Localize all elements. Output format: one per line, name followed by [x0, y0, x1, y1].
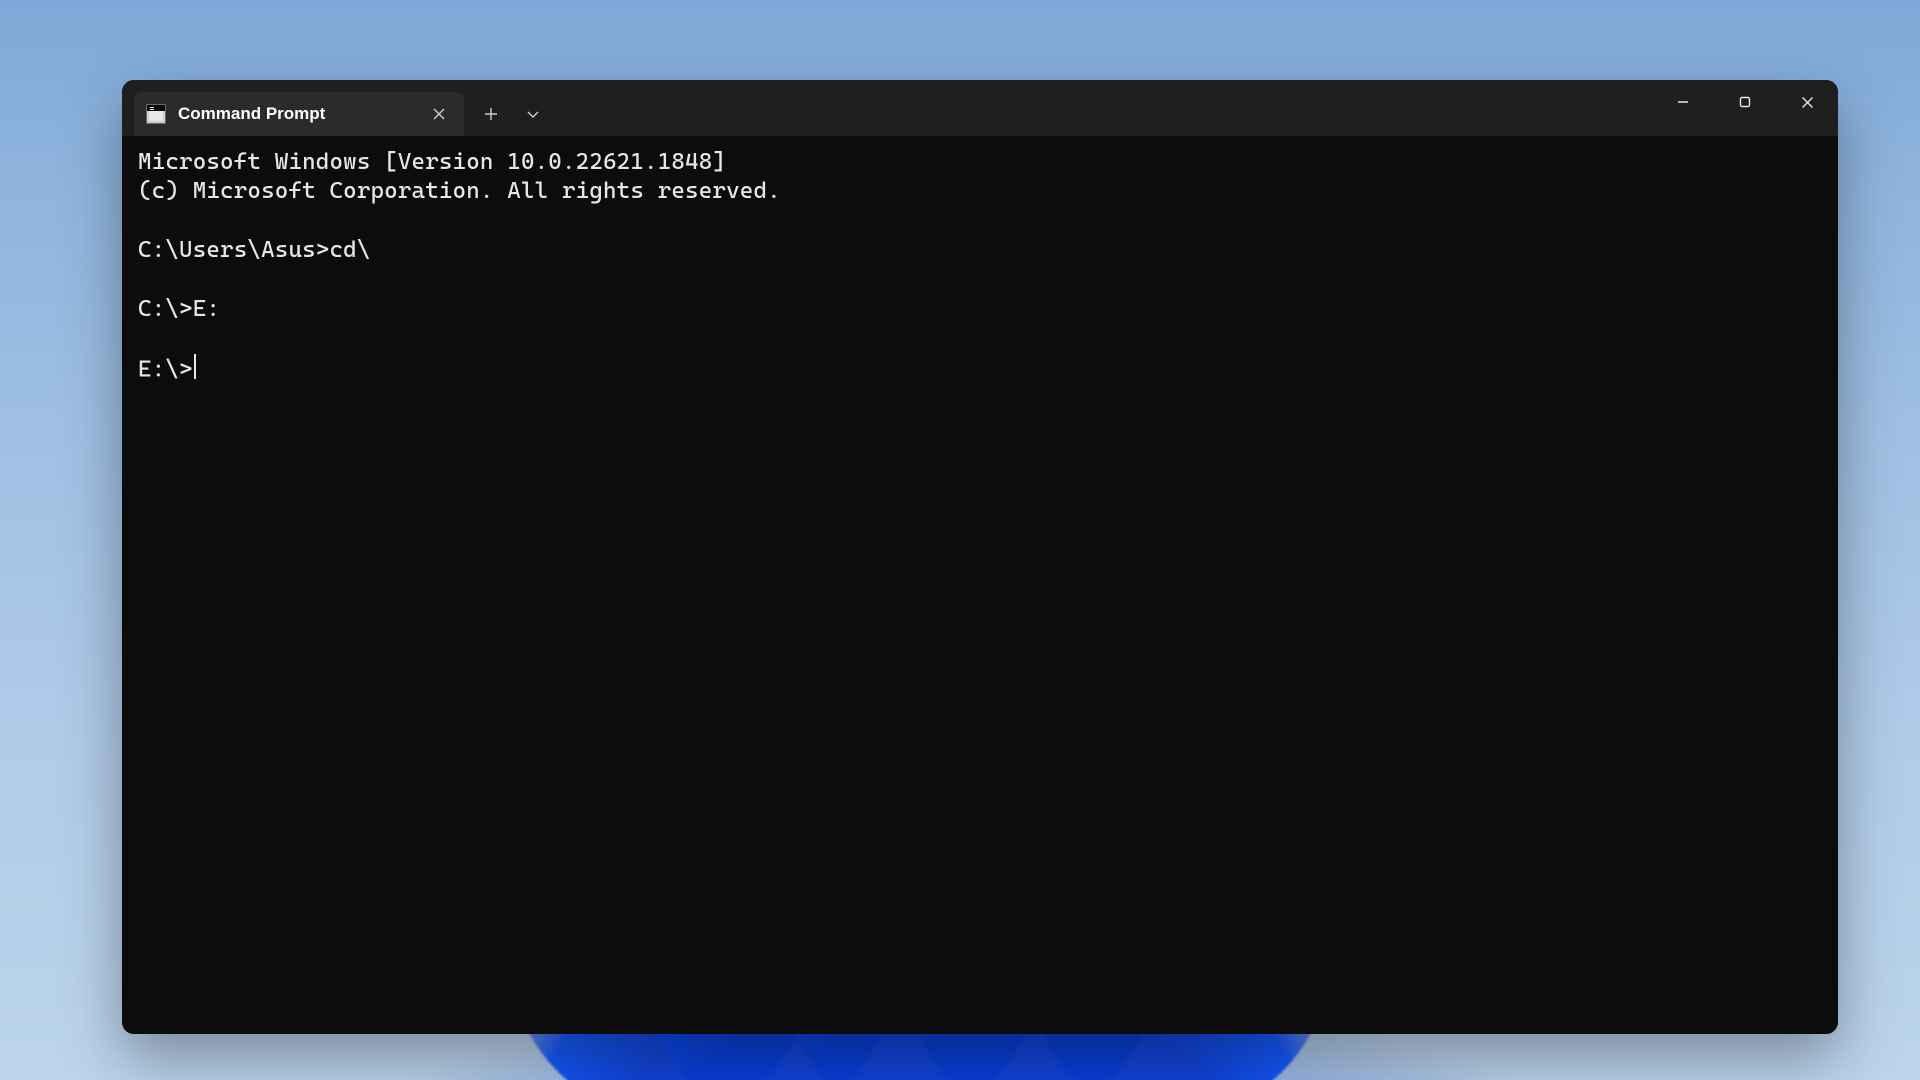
command-text: cd\ [329, 237, 370, 263]
maximize-button[interactable] [1714, 80, 1776, 124]
command-text: E: [193, 296, 220, 322]
banner-line: (c) Microsoft Corporation. All rights re… [138, 178, 781, 204]
desktop-background: Command Prompt [0, 0, 1920, 1080]
prompt: C:\Users\Asus> [138, 237, 329, 263]
close-icon [1801, 96, 1814, 109]
tab-close-button[interactable] [428, 103, 450, 125]
close-icon [433, 108, 445, 120]
text-cursor [194, 354, 196, 379]
prompt: C:\> [138, 296, 193, 322]
minimize-button[interactable] [1652, 80, 1714, 124]
titlebar[interactable]: Command Prompt [122, 80, 1838, 136]
tab-command-prompt[interactable]: Command Prompt [134, 92, 464, 136]
banner-line: Microsoft Windows [Version 10.0.22621.18… [138, 149, 726, 175]
minimize-icon [1676, 95, 1690, 109]
plus-icon [484, 107, 498, 121]
maximize-icon [1739, 96, 1751, 108]
tab-label: Command Prompt [178, 104, 325, 124]
new-tab-button[interactable] [470, 94, 512, 134]
terminal-body[interactable]: Microsoft Windows [Version 10.0.22621.18… [122, 136, 1838, 1034]
terminal-output: Microsoft Windows [Version 10.0.22621.18… [138, 148, 1822, 385]
close-window-button[interactable] [1776, 80, 1838, 124]
terminal-window: Command Prompt [122, 80, 1838, 1034]
window-controls [1652, 80, 1838, 124]
prompt: E:\> [138, 356, 193, 382]
chevron-down-icon [526, 109, 540, 119]
command-prompt-icon [146, 104, 166, 124]
tab-dropdown-button[interactable] [512, 94, 554, 134]
